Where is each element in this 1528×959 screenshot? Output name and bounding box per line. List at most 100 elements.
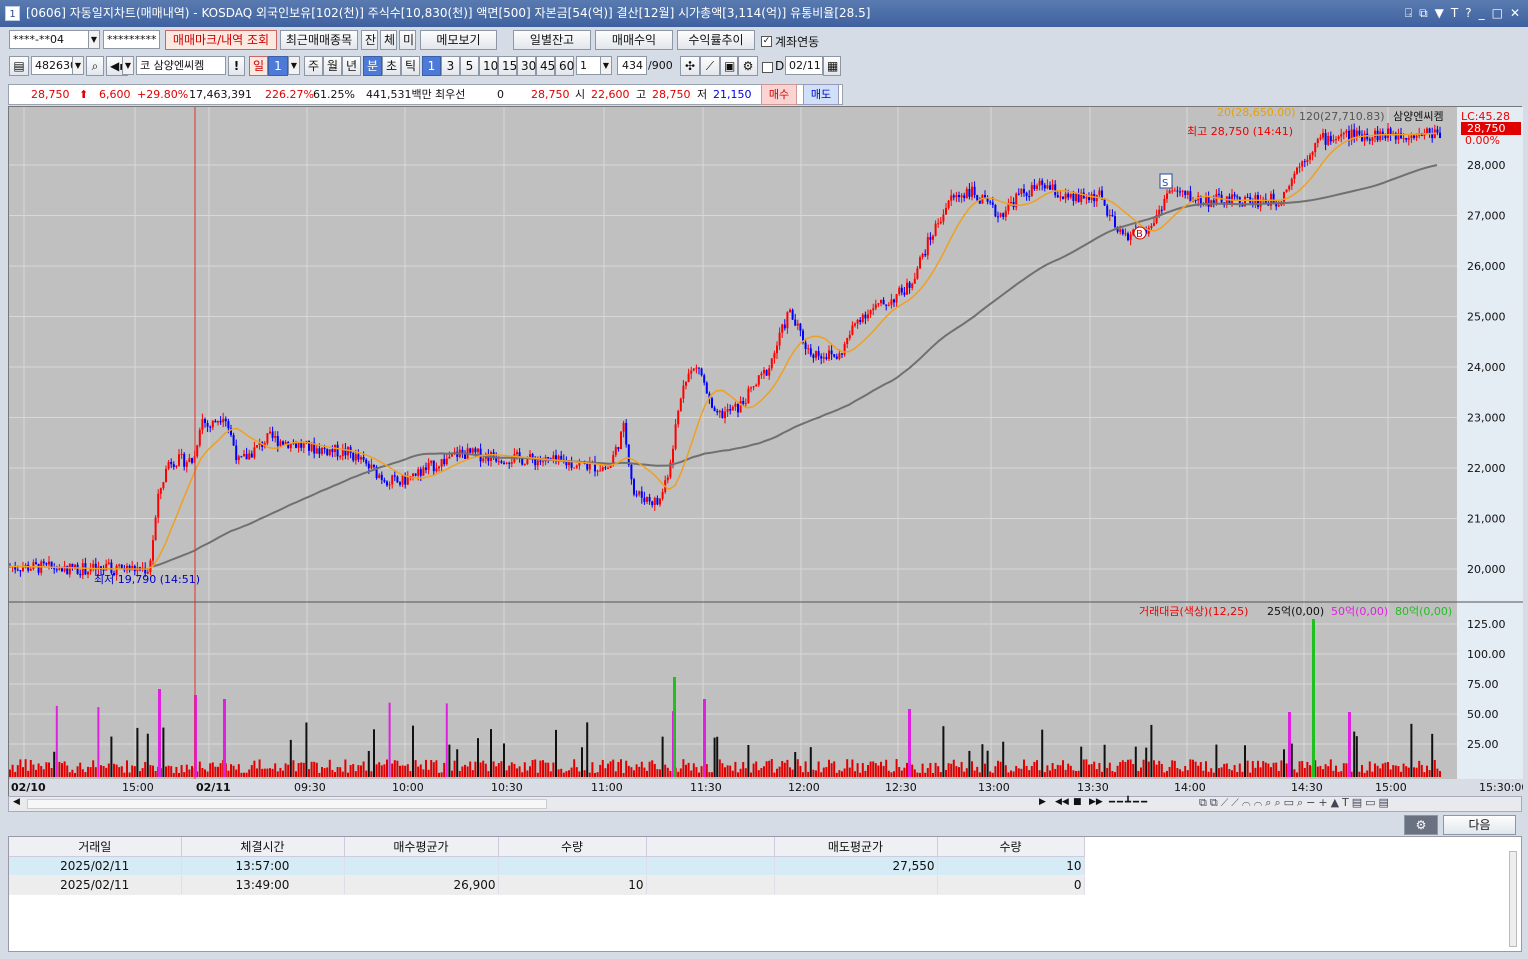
col-trade-date[interactable]: 거래일 <box>9 837 182 857</box>
period-year-button[interactable]: 년 <box>342 56 361 76</box>
account-select[interactable]: ****-**04 <box>9 30 89 49</box>
minute-3-button[interactable]: 3 <box>441 56 460 76</box>
price-volume-chart[interactable]: 28,000 27,000 26,000 25,000 24,000 23,000 22,0… <box>9 106 1528 797</box>
volume-bar <box>105 767 108 777</box>
recent-trades-button[interactable]: 최근매매종목 <box>280 30 358 50</box>
save-icon[interactable]: ▣ <box>720 56 738 76</box>
restore-icon[interactable]: ⧉ <box>1419 0 1428 27</box>
candle-body <box>1033 185 1036 189</box>
candle-body <box>396 476 399 483</box>
trade-profit-button[interactable]: 매매수익 <box>595 30 673 50</box>
period-day-button[interactable]: 일 <box>249 56 268 76</box>
cross-icon[interactable]: ✣ <box>680 56 700 76</box>
sell-button[interactable]: 매도 <box>803 84 839 105</box>
period-second-button[interactable]: 초 <box>382 56 401 76</box>
candle-body <box>1329 135 1332 142</box>
minute-30-button[interactable]: 30 <box>517 56 536 76</box>
link-icon[interactable]: ⍈ <box>1405 0 1412 27</box>
account-link-checkbox[interactable]: ✓ <box>761 34 772 48</box>
table-row[interactable]: 2025/02/11 13:49:00 26,900 10 0 <box>9 875 1085 895</box>
trade-mark-query-button[interactable]: 매매마크/내역 조회 <box>165 30 277 50</box>
pin-icon[interactable]: ▼ <box>1435 0 1444 27</box>
candle-body <box>718 410 721 413</box>
minute-60-button[interactable]: 60 <box>555 56 574 76</box>
volume-bar <box>609 761 612 777</box>
speaker-dropdown-icon[interactable]: ▼ <box>122 56 134 75</box>
date-field[interactable]: 02/11 <box>785 56 823 75</box>
daily-balance-button[interactable]: 일별잔고 <box>513 30 591 50</box>
settings-gear-icon[interactable]: ⚙ <box>1404 815 1438 835</box>
minute-45-button[interactable]: 45 <box>536 56 555 76</box>
buy-button[interactable]: 매수 <box>761 84 797 105</box>
return-trend-button[interactable]: 수익률추이 <box>677 30 755 50</box>
interval-dropdown-icon[interactable]: ▼ <box>600 56 612 75</box>
volume-bar <box>1270 767 1272 777</box>
zoom-slider-icon[interactable]: ━━┻━━ <box>1109 797 1149 808</box>
count-field[interactable]: 434 <box>617 56 647 75</box>
help-icon[interactable]: ? <box>1465 0 1471 27</box>
period-week-button[interactable]: 주 <box>304 56 323 76</box>
stop-icon[interactable]: ■ <box>1073 797 1082 807</box>
candle-body <box>1064 193 1067 199</box>
font-icon[interactable]: T <box>1451 0 1458 27</box>
volume-bar <box>63 761 66 777</box>
balance-button[interactable]: 잔 <box>361 30 378 50</box>
period-month-button[interactable]: 월 <box>323 56 342 76</box>
next-button[interactable]: 다음 <box>1443 815 1516 835</box>
day-number[interactable]: 1 <box>268 56 288 76</box>
table-row[interactable]: 2025/02/11 13:57:00 27,550 10 <box>9 856 1085 876</box>
period-tick-button[interactable]: 틱 <box>401 56 420 76</box>
stock-code-field[interactable]: 482630 <box>31 56 73 75</box>
scroll-right-icon[interactable]: ▶ <box>1039 797 1046 807</box>
scroll-left-icon[interactable]: ◀ <box>13 797 20 807</box>
stock-name-field[interactable]: 코 삼양엔씨켐 <box>136 56 226 75</box>
candle-body <box>217 420 219 423</box>
minute-5-button[interactable]: 5 <box>460 56 479 76</box>
interval-field[interactable]: 1 <box>576 56 602 75</box>
vol-legend-80: 80억(0,00) <box>1395 605 1452 618</box>
volume-bar <box>872 761 875 777</box>
col-buy-avg[interactable]: 매수평균가 <box>344 837 499 857</box>
volume-bar <box>1272 762 1275 777</box>
vol-legend-50: 50억(0,00) <box>1331 605 1388 618</box>
volume-bar <box>128 772 131 777</box>
filled-button[interactable]: 체 <box>380 30 397 50</box>
col-sell-qty[interactable]: 수량 <box>937 837 1085 857</box>
chart-panel[interactable]: 28,000 27,000 26,000 25,000 24,000 23,000 22,0… <box>8 106 1528 797</box>
d-checkbox[interactable] <box>762 60 773 74</box>
layout-icon[interactable]: ▤ <box>9 56 29 76</box>
minute-1-button[interactable]: 1 <box>422 56 441 76</box>
day-dropdown-icon[interactable]: ▼ <box>288 56 300 75</box>
alert-button[interactable]: ! <box>228 56 245 76</box>
col-exec-time[interactable]: 체결시간 <box>181 837 345 857</box>
cell-sell-avg: 27,550 <box>774 856 938 876</box>
chart-scrollbar[interactable]: ◀ ▶ ◀◀ ■ ▶▶ ━━┻━━ ⧉⧉⟋⟋⌒⌒⌕⌕▭⌕−+▲T▤▭▤ <box>8 796 1522 812</box>
table-scrollbar[interactable] <box>1509 851 1517 947</box>
search-icon[interactable]: ⌕ <box>86 56 104 76</box>
volume-bar <box>815 770 817 777</box>
password-field[interactable]: ********* <box>103 30 160 49</box>
candle-body <box>835 356 838 359</box>
minute-10-button[interactable]: 10 <box>479 56 498 76</box>
scroll-thumb[interactable] <box>27 799 547 809</box>
candle-body <box>1322 133 1324 138</box>
col-buy-qty[interactable]: 수량 <box>498 837 647 857</box>
gear-icon[interactable]: ⚙ <box>738 56 758 76</box>
period-minute-button[interactable]: 분 <box>363 56 382 76</box>
unfilled-button[interactable]: 미 <box>399 30 416 50</box>
calendar-icon[interactable]: ▦ <box>823 56 841 76</box>
minimize-icon[interactable]: _ <box>1479 0 1485 27</box>
trend-tool-icon[interactable]: ⟋ <box>700 56 720 76</box>
volume-bar <box>1012 771 1015 777</box>
minute-15-button[interactable]: 15 <box>498 56 517 76</box>
account-dropdown-icon[interactable]: ▼ <box>88 30 100 49</box>
rewind-icon[interactable]: ◀◀ <box>1055 797 1069 807</box>
close-icon[interactable]: ✕ <box>1510 0 1520 27</box>
drawing-tools-icon[interactable]: ⧉⧉⟋⟋⌒⌒⌕⌕▭⌕−+▲T▤▭▤ <box>1199 796 1392 810</box>
code-dropdown-icon[interactable]: ▼ <box>72 56 84 75</box>
cell-sell-qty: 10 <box>937 856 1085 876</box>
maximize-icon[interactable]: □ <box>1492 0 1503 27</box>
col-sell-avg[interactable]: 매도평균가 <box>774 837 938 857</box>
forward-icon[interactable]: ▶▶ <box>1089 797 1103 807</box>
memo-button[interactable]: 메모보기 <box>420 30 497 50</box>
